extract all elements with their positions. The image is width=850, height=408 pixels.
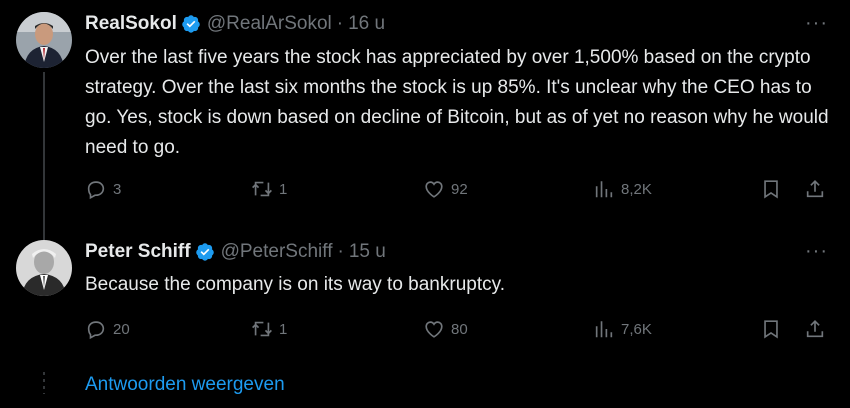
bookmark-button[interactable] (760, 318, 782, 340)
like-icon (425, 321, 443, 338)
reply-button[interactable]: 3 (85, 178, 121, 200)
like-count: 92 (451, 180, 468, 198)
tweet-header: Peter Schiff @PeterSchiff · 15 u (85, 241, 386, 263)
thread-line (43, 72, 45, 240)
retweet-button[interactable]: 1 (251, 318, 287, 340)
like-count: 80 (451, 320, 468, 338)
like-icon (425, 181, 443, 198)
separator: · (337, 241, 344, 262)
view-count: 8,2K (621, 180, 652, 198)
verified-badge-icon (195, 243, 214, 261)
tweet-text: Over the last five years the stock has a… (85, 47, 829, 158)
views-icon (595, 181, 613, 198)
bookmark-button[interactable] (760, 178, 782, 200)
reply-count: 20 (113, 320, 130, 338)
verified-badge-icon (182, 15, 200, 33)
author-handle[interactable]: @RealArSokol (207, 13, 332, 35)
avatar[interactable] (16, 12, 72, 68)
share-icon (806, 320, 824, 338)
reply-count: 3 (113, 180, 122, 198)
retweet-count: 1 (279, 320, 288, 338)
author-name[interactable]: Peter Schiff (85, 241, 191, 263)
avatar[interactable] (16, 240, 72, 296)
timestamp[interactable]: 16 u (348, 13, 385, 35)
separator: · (336, 13, 344, 34)
retweet-icon (252, 321, 272, 337)
bookmark-icon (764, 180, 778, 199)
more-icon[interactable]: ··· (805, 240, 828, 263)
share-button[interactable] (804, 318, 826, 340)
share-icon (806, 180, 824, 198)
like-button[interactable]: 92 (423, 178, 468, 200)
reply-icon (87, 321, 105, 340)
like-button[interactable]: 80 (423, 318, 468, 340)
tweet-actions: 20 1 80 7,6K (85, 318, 830, 342)
share-button[interactable] (804, 178, 826, 200)
tweet-header: RealSokol @RealArSokol · 16 u (85, 13, 385, 35)
retweet-count: 1 (279, 180, 288, 198)
author-handle[interactable]: @PeterSchiff (221, 241, 333, 263)
views-button[interactable]: 8,2K (593, 178, 652, 200)
tweet-text: Because the company is on its way to ban… (85, 274, 505, 295)
tweet-actions: 3 1 92 8,2K (85, 178, 830, 202)
show-replies-link[interactable]: Antwoorden weergeven (85, 374, 285, 396)
reply-icon (87, 181, 105, 200)
views-button[interactable]: 7,6K (593, 318, 652, 340)
thread-connector (43, 372, 45, 394)
view-count: 7,6K (621, 320, 652, 338)
reply-button[interactable]: 20 (85, 318, 130, 340)
timestamp[interactable]: 15 u (349, 241, 386, 263)
retweet-icon (252, 181, 272, 197)
views-icon (595, 321, 613, 338)
author-name[interactable]: RealSokol (85, 13, 177, 35)
more-icon[interactable]: ··· (805, 12, 828, 35)
retweet-button[interactable]: 1 (251, 178, 287, 200)
tweet-realsokol[interactable]: RealSokol @RealArSokol · 16 u ··· Over t… (0, 0, 850, 240)
bookmark-icon (764, 320, 778, 339)
